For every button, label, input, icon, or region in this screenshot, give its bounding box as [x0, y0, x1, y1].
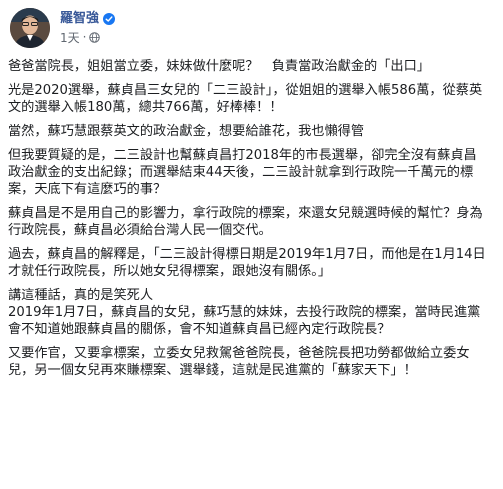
post-body: 爸爸當院長，姐姐當立委，妹妹做什麼呢？ 負責當政治獻金的「出口」 光是2020選… — [8, 58, 488, 386]
post-paragraph: 當然，蘇巧慧跟蔡英文的政治獻金，想要給誰花，我也懶得管 — [8, 124, 365, 139]
verified-badge-icon — [103, 13, 116, 25]
post-paragraph: 過去，蘇貞昌的解釋是，「二三設計得標日期是2019年1月7日，而他是在1月14日… — [8, 247, 486, 279]
globe-icon[interactable] — [89, 31, 101, 43]
post-paragraph: 蘇貞昌是不是用自己的影響力，拿行政院的標案，來還女兒競選時候的幫忙？身為行政院長… — [8, 206, 483, 238]
avatar-image — [10, 8, 50, 48]
checkmark-icon — [105, 16, 113, 22]
post-paragraph: 又要作官，又要拿標案，立委女兒救駕爸爸院長，爸爸院長把功勞都做給立委女兒，另一個… — [8, 346, 470, 378]
post-paragraph: 爸爸當院長，姐姐當立委，妹妹做什麼呢？ 負責當政治獻金的「出口」 — [8, 59, 430, 74]
author-avatar[interactable] — [10, 8, 50, 48]
author-name[interactable]: 羅智強 — [60, 10, 99, 28]
post-paragraph: 光是2020選舉，蘇貞昌三女兒的「二三設計」，從姐姐的選舉入帳586萬，從蔡英文… — [8, 83, 483, 115]
meta-separator: · — [82, 30, 87, 44]
author-line: 羅智強 — [60, 10, 116, 28]
post-header: 羅智強 1天 · — [8, 6, 488, 50]
post-timestamp[interactable]: 1天 — [60, 29, 80, 46]
post-paragraph: 但我要質疑的是，二三設計也幫蘇貞昌打2018年的市長選舉，卻完全沒有蘇貞昌政治獻… — [8, 148, 477, 197]
globe-glyph — [89, 31, 101, 43]
post-paragraph: 講這種話，真的是笑死人 2019年1月7日，蘇貞昌的女兒，蘇巧慧的妹妹，去投行政… — [8, 288, 481, 337]
facebook-post: 羅智強 1天 · 爸爸當院長，姐姐當立委，妹妹做什麼呢？ 負責當政治獻金的「出口… — [0, 0, 503, 489]
post-meta: 1天 · — [60, 29, 101, 46]
